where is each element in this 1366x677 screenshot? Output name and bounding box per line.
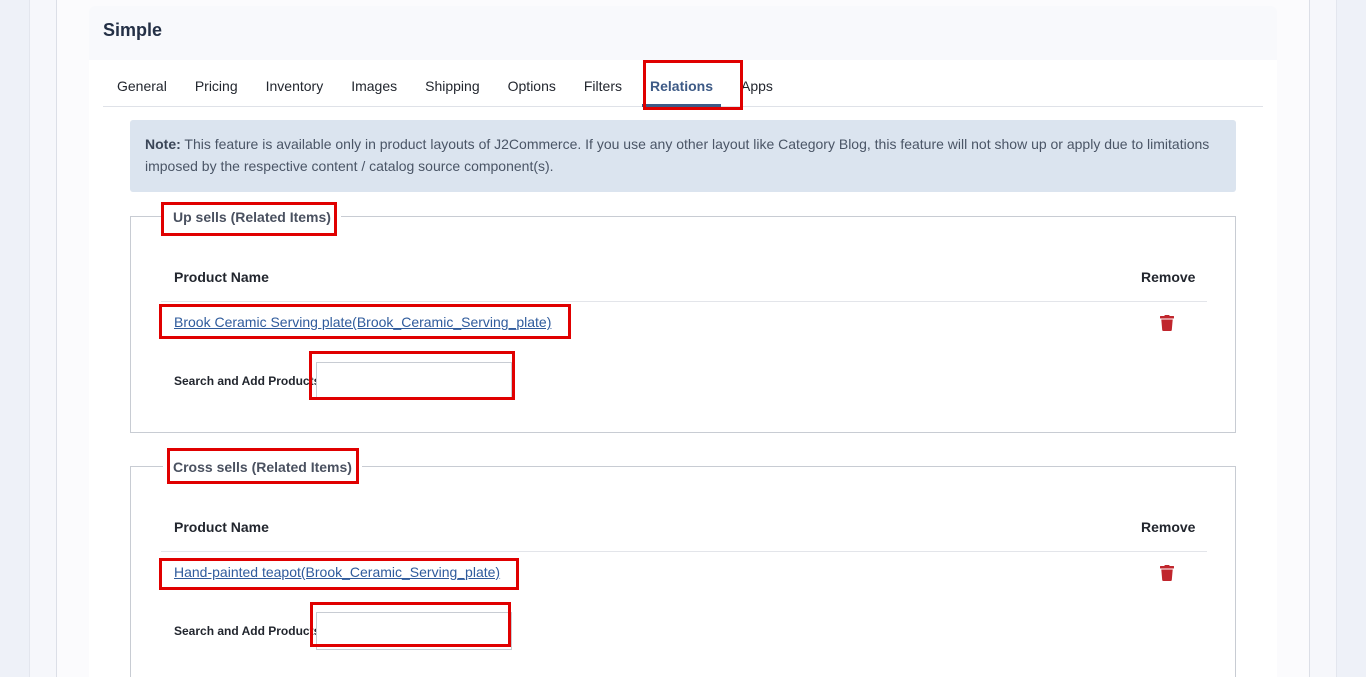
upsells-product-link[interactable]: Brook Ceramic Serving plate(Brook_Cerami… xyxy=(174,314,551,330)
upsells-product-name-header: Product Name xyxy=(174,269,269,285)
tab-options[interactable]: Options xyxy=(494,70,570,106)
upsells-search-input[interactable] xyxy=(316,362,512,400)
tab-images[interactable]: Images xyxy=(337,70,411,106)
crosssells-legend: Cross sells (Related Items) xyxy=(163,457,362,477)
tab-general[interactable]: General xyxy=(103,70,181,106)
tab-filters[interactable]: Filters xyxy=(570,70,636,106)
crosssells-product-link[interactable]: Hand-painted teapot(Brook_Ceramic_Servin… xyxy=(174,564,500,580)
tab-inventory[interactable]: Inventory xyxy=(252,70,338,106)
upsells-fieldset: Up sells (Related Items) Product Name Re… xyxy=(130,207,1236,433)
crosssells-fieldset: Cross sells (Related Items) Product Name… xyxy=(130,457,1236,677)
tab-bar: General Pricing Inventory Images Shippin… xyxy=(103,70,1263,107)
crosssells-row-divider xyxy=(161,551,1207,552)
tab-relations[interactable]: Relations xyxy=(636,70,727,107)
product-card: Simple General Pricing Inventory Images … xyxy=(89,6,1277,677)
upsells-search-label: Search and Add Products xyxy=(174,374,321,388)
crosssells-product-name-header: Product Name xyxy=(174,519,269,535)
card-header: Simple xyxy=(89,6,1277,60)
trash-icon[interactable] xyxy=(1160,315,1174,331)
page-title: Simple xyxy=(103,20,163,40)
note-text: This feature is available only in produc… xyxy=(145,136,1210,174)
tab-apps[interactable]: Apps xyxy=(727,70,787,106)
tab-pricing[interactable]: Pricing xyxy=(181,70,252,106)
crosssells-search-input[interactable] xyxy=(316,612,512,650)
note-prefix: Note: xyxy=(145,136,181,152)
upsells-remove-header: Remove xyxy=(1141,269,1196,285)
info-note: Note: This feature is available only in … xyxy=(130,120,1236,192)
crosssells-search-label: Search and Add Products xyxy=(174,624,321,638)
tab-shipping[interactable]: Shipping xyxy=(411,70,494,106)
crosssells-remove-header: Remove xyxy=(1141,519,1196,535)
trash-icon[interactable] xyxy=(1160,565,1174,581)
upsells-legend: Up sells (Related Items) xyxy=(163,207,341,227)
upsells-row-divider xyxy=(161,301,1207,302)
